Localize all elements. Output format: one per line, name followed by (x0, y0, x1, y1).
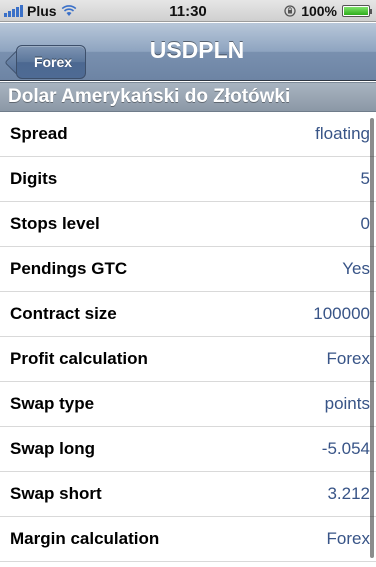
properties-list: Spread floating Digits 5 Stops level 0 P… (0, 112, 376, 562)
section-header: Dolar Amerykański do Złotówki (0, 82, 376, 112)
row-value: Forex (326, 529, 370, 548)
navigation-bar: Forex USDPLN (0, 23, 376, 81)
battery-icon (342, 5, 372, 17)
orientation-lock-icon (284, 5, 296, 17)
table-row: Stops level 0 (0, 202, 376, 247)
row-label: Profit calculation (10, 349, 148, 368)
status-right: 100% (284, 3, 372, 19)
status-bar: Plus 11:30 100% (0, 0, 376, 22)
row-value: 0 (360, 214, 370, 233)
row-label: Contract size (10, 304, 117, 323)
row-label: Swap long (10, 439, 95, 458)
table-row: Spread floating (0, 112, 376, 157)
table-row: Contract size 100000 (0, 292, 376, 337)
back-button[interactable]: Forex (16, 45, 86, 79)
row-label: Swap type (10, 394, 95, 413)
row-value: floating (315, 124, 370, 143)
row-label: Spread (10, 124, 68, 143)
row-value: 3.212 (327, 484, 370, 503)
table-row: Swap type points (0, 382, 376, 427)
row-label: Stops level (10, 214, 100, 233)
row-value: Yes (342, 259, 370, 278)
battery-percent: 100% (301, 3, 337, 19)
row-value: 5 (360, 169, 370, 188)
row-value: Forex (326, 349, 370, 368)
table-row: Margin calculation Forex (0, 517, 376, 562)
row-label: Digits (10, 169, 58, 188)
table-row: Swap short 3.212 (0, 472, 376, 517)
row-label: Margin calculation (10, 529, 160, 548)
table-row: Swap long -5.054 (0, 427, 376, 472)
row-label: Pendings GTC (10, 259, 128, 278)
table-row: Profit calculation Forex (0, 337, 376, 382)
scroll-indicator[interactable] (370, 118, 374, 558)
row-label: Swap short (10, 484, 102, 503)
row-value: 100000 (313, 304, 370, 323)
table-row: Pendings GTC Yes (0, 247, 376, 292)
row-value: points (324, 394, 370, 413)
row-value: -5.054 (321, 439, 370, 458)
table-row: Digits 5 (0, 157, 376, 202)
